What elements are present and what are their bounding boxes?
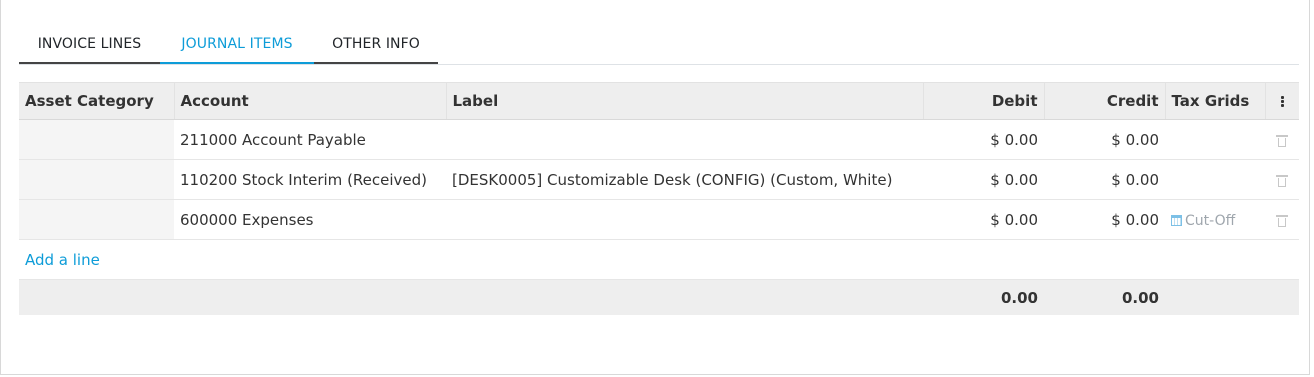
cell-credit[interactable]: $ 0.00 <box>1044 119 1165 160</box>
cell-label[interactable]: [DESK0005] Customizable Desk (CONFIG) (C… <box>446 159 923 200</box>
cell-label[interactable] <box>446 199 923 240</box>
total-credit: 0.00 <box>1044 279 1165 315</box>
trash-icon[interactable] <box>1276 174 1288 187</box>
cut-off-label: Cut-Off <box>1185 212 1236 229</box>
delete-row-button[interactable] <box>1265 119 1299 160</box>
total-debit: 0.00 <box>923 279 1044 315</box>
add-line-row: Add a line <box>19 239 1299 280</box>
cell-debit[interactable]: $ 0.00 <box>923 199 1044 240</box>
header-asset-category[interactable]: Asset Category <box>19 82 175 120</box>
cell-account[interactable]: 110200 Stock Interim (Received) <box>174 159 446 200</box>
header-credit[interactable]: Credit <box>1044 82 1166 120</box>
cell-credit[interactable]: $ 0.00 <box>1044 199 1165 240</box>
table-row[interactable]: 600000 Expenses $ 0.00 $ 0.00 Cut-Off <box>19 199 1299 240</box>
add-line-link[interactable]: Add a line <box>25 251 100 269</box>
cell-label[interactable] <box>446 119 923 160</box>
cell-credit[interactable]: $ 0.00 <box>1044 159 1165 200</box>
tab-journal-items[interactable]: JOURNAL ITEMS <box>160 24 314 64</box>
optional-columns-toggle[interactable] <box>1265 82 1299 120</box>
cell-asset-category[interactable] <box>19 159 174 200</box>
notebook-tabs: INVOICE LINES JOURNAL ITEMS OTHER INFO <box>19 24 1299 65</box>
tab-other-info[interactable]: OTHER INFO <box>314 24 438 64</box>
cell-asset-category[interactable] <box>19 199 174 240</box>
header-tax-grids[interactable]: Tax Grids <box>1165 82 1266 120</box>
table-row[interactable]: 110200 Stock Interim (Received) [DESK000… <box>19 159 1299 200</box>
trash-icon[interactable] <box>1276 134 1288 147</box>
delete-row-button[interactable] <box>1265 159 1299 200</box>
delete-row-button[interactable] <box>1265 199 1299 240</box>
cell-account[interactable]: 600000 Expenses <box>174 199 446 240</box>
header-label[interactable]: Label <box>446 82 924 120</box>
cell-debit[interactable]: $ 0.00 <box>923 159 1044 200</box>
totals-row: 0.00 0.00 <box>19 279 1299 315</box>
kebab-menu-icon[interactable] <box>1280 95 1284 108</box>
table-header-row: Asset Category Account Label Debit Credi… <box>19 82 1299 120</box>
tab-invoice-lines[interactable]: INVOICE LINES <box>19 24 160 64</box>
calendar-icon <box>1171 214 1182 226</box>
cell-account[interactable]: 211000 Account Payable <box>174 119 446 160</box>
table-row[interactable]: 211000 Account Payable $ 0.00 $ 0.00 <box>19 119 1299 160</box>
cell-tax-grids[interactable]: Cut-Off <box>1165 199 1265 240</box>
cell-debit[interactable]: $ 0.00 <box>923 119 1044 160</box>
cell-tax-grids[interactable] <box>1165 119 1265 160</box>
trash-icon[interactable] <box>1276 214 1288 227</box>
journal-items-table: Asset Category Account Label Debit Credi… <box>19 82 1299 315</box>
cut-off-button[interactable]: Cut-Off <box>1171 213 1235 229</box>
cell-asset-category[interactable] <box>19 119 174 160</box>
cell-tax-grids[interactable] <box>1165 159 1265 200</box>
header-debit[interactable]: Debit <box>923 82 1045 120</box>
header-account[interactable]: Account <box>174 82 447 120</box>
